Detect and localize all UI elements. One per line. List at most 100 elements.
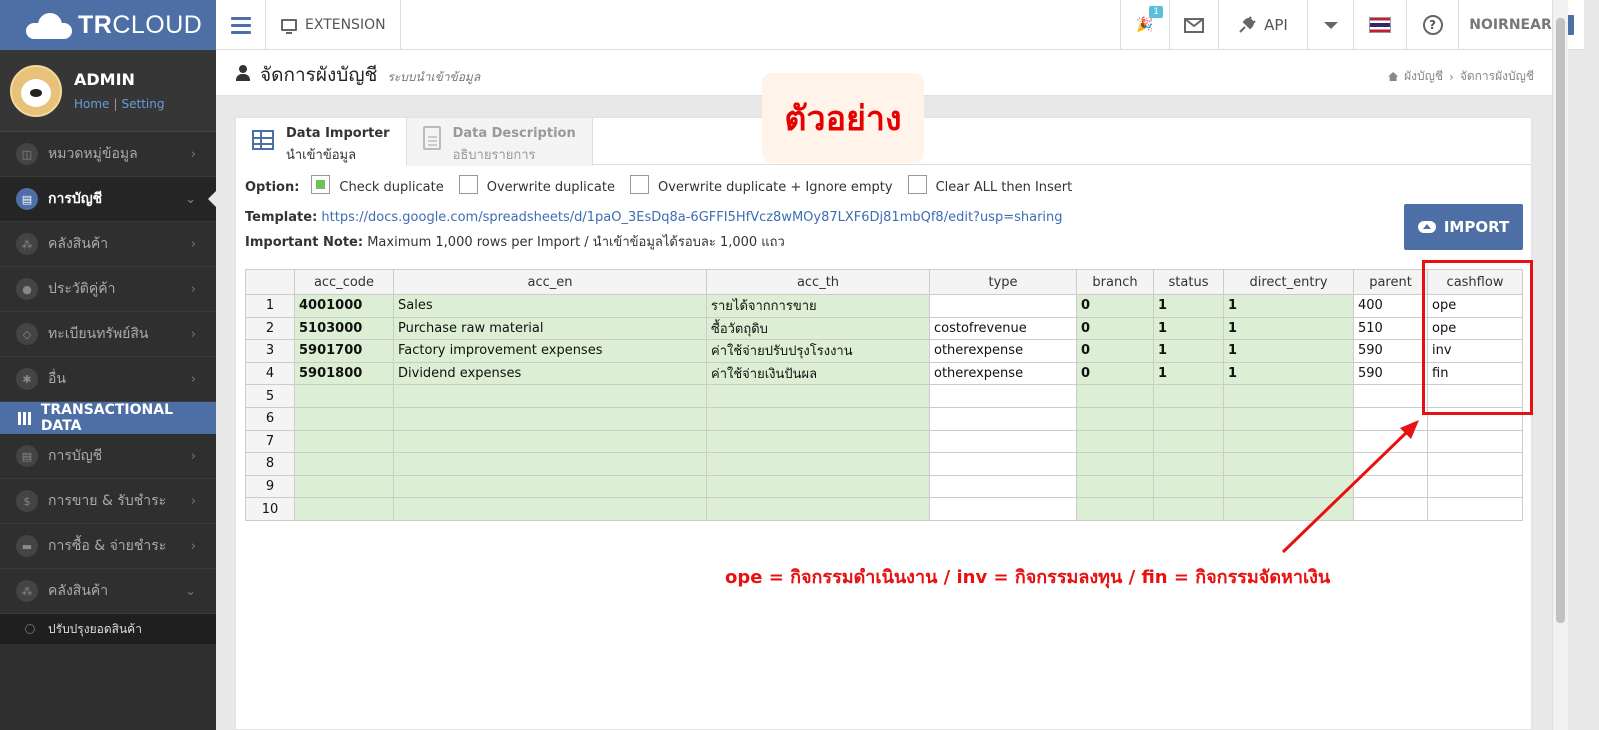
cell-cashflow[interactable]: [1427, 452, 1523, 476]
cell-acc-en[interactable]: [393, 384, 707, 408]
column-header-status[interactable]: status: [1153, 269, 1224, 295]
cell-acc-code[interactable]: [294, 452, 394, 476]
page-scrollbar[interactable]: [1552, 0, 1568, 730]
api-button[interactable]: API: [1218, 0, 1307, 50]
cell-direct-entry[interactable]: [1223, 452, 1354, 476]
cell-direct-entry[interactable]: [1223, 497, 1354, 521]
cell-branch[interactable]: [1076, 497, 1154, 521]
column-header-acc-code[interactable]: acc_code: [294, 269, 394, 295]
cell-type[interactable]: [929, 452, 1077, 476]
cell-parent[interactable]: [1353, 474, 1428, 499]
cell-branch[interactable]: 0: [1076, 339, 1154, 363]
menu-toggle-icon[interactable]: [216, 0, 266, 50]
cell-acc-en[interactable]: [393, 474, 707, 499]
row-number-header[interactable]: [245, 269, 295, 295]
cell-acc-en[interactable]: [393, 406, 707, 431]
sidebar-item-assets[interactable]: ◇ ทะเบียนทรัพย์สิน ›: [0, 312, 216, 357]
cell-direct-entry[interactable]: 1: [1223, 361, 1354, 386]
cell-acc-code[interactable]: [294, 429, 394, 454]
cell-type[interactable]: [929, 474, 1077, 499]
cell-branch[interactable]: 0: [1076, 294, 1154, 318]
cell-type[interactable]: [929, 384, 1077, 408]
extension-button[interactable]: EXTENSION: [266, 0, 401, 50]
submenu-stock-adjustment[interactable]: ปรับปรุงยอดสินค้า: [0, 614, 216, 644]
cell-direct-entry[interactable]: 1: [1223, 316, 1354, 341]
column-header-branch[interactable]: branch: [1076, 269, 1154, 295]
breadcrumb-chart-of-accounts[interactable]: ผังบัญชี: [1404, 67, 1443, 86]
cell-acc-th[interactable]: ซื้อวัตถุดิบ: [706, 316, 930, 341]
cell-status[interactable]: 1: [1153, 316, 1224, 341]
column-header-type[interactable]: type: [929, 269, 1077, 295]
template-link[interactable]: https://docs.google.com/spreadsheets/d/1…: [321, 210, 1062, 225]
language-button[interactable]: [1353, 0, 1406, 50]
cell-direct-entry[interactable]: [1223, 429, 1354, 454]
home-icon[interactable]: [1388, 72, 1399, 81]
cell-acc-code[interactable]: 5901700: [294, 339, 394, 363]
cell-acc-code[interactable]: [294, 406, 394, 431]
sidebar-item-sales[interactable]: $ การขาย & รับชำระ ›: [0, 479, 216, 524]
cell-acc-th[interactable]: [706, 452, 930, 476]
cell-acc-th[interactable]: [706, 429, 930, 454]
cell-acc-code[interactable]: 5901800: [294, 361, 394, 386]
cell-branch[interactable]: [1076, 452, 1154, 476]
column-header-acc-en[interactable]: acc_en: [393, 269, 707, 295]
overwrite-ignore-empty-checkbox[interactable]: [630, 175, 649, 194]
sidebar-item-accounting[interactable]: ▤ การบัญชี ⌄: [0, 177, 216, 222]
clear-all-insert-checkbox[interactable]: [907, 175, 927, 194]
cell-status[interactable]: 1: [1153, 294, 1224, 318]
sidebar-item-purchases[interactable]: ▬ การซื้อ & จ่ายชำระ ›: [0, 524, 216, 569]
cell-branch[interactable]: 0: [1076, 316, 1154, 341]
cell-type[interactable]: otherexpense: [929, 339, 1077, 363]
sidebar-item-contacts[interactable]: ● ประวัติคู่ค้า ›: [0, 267, 216, 312]
check-duplicate-checkbox[interactable]: [311, 175, 331, 194]
cell-acc-en[interactable]: Dividend expenses: [393, 361, 707, 386]
cell-type[interactable]: otherexpense: [929, 361, 1077, 386]
cell-status[interactable]: [1153, 429, 1224, 454]
cell-status[interactable]: [1153, 452, 1224, 476]
sidebar-item-trans-accounting[interactable]: ▤ การบัญชี ›: [0, 434, 216, 479]
cell-acc-th[interactable]: [706, 406, 930, 431]
cell-branch[interactable]: [1076, 384, 1154, 408]
cell-parent[interactable]: 400: [1353, 294, 1428, 318]
cell-status[interactable]: [1153, 497, 1224, 521]
cell-parent[interactable]: 590: [1353, 339, 1428, 363]
cell-branch[interactable]: [1076, 429, 1154, 454]
cell-acc-code[interactable]: [294, 384, 394, 408]
cell-type[interactable]: [929, 497, 1077, 521]
cell-parent[interactable]: 510: [1353, 316, 1428, 341]
cell-acc-th[interactable]: ค่าใช้จ่ายเงินปันผล: [706, 361, 930, 386]
app-logo[interactable]: TRCLOUD: [0, 0, 216, 50]
cell-parent[interactable]: [1353, 429, 1428, 454]
sidebar-item-data-category[interactable]: ◫ หมวดหมู่ข้อมูล ›: [0, 132, 216, 177]
overwrite-duplicate-checkbox[interactable]: [458, 175, 478, 194]
home-link[interactable]: Home: [74, 97, 109, 111]
cell-acc-th[interactable]: [706, 384, 930, 408]
cell-acc-code[interactable]: [294, 474, 394, 499]
cell-direct-entry[interactable]: [1223, 406, 1354, 431]
cell-parent[interactable]: [1353, 384, 1428, 408]
cell-branch[interactable]: [1076, 406, 1154, 431]
column-header-direct-entry[interactable]: direct_entry: [1223, 269, 1354, 295]
cell-acc-th[interactable]: [706, 497, 930, 521]
cell-acc-th[interactable]: ค่าใช้จ่ายปรับปรุงโรงงาน: [706, 339, 930, 363]
cell-parent[interactable]: [1353, 406, 1428, 431]
sidebar-item-other[interactable]: ✱ อื่น ›: [0, 357, 216, 402]
notification-button[interactable]: 🎉 1: [1120, 0, 1169, 50]
cell-status[interactable]: 1: [1153, 339, 1224, 363]
sidebar-item-trans-inventory[interactable]: ⁂ คลังสินค้า ⌄: [0, 569, 216, 614]
column-header-acc-th[interactable]: acc_th: [706, 269, 930, 295]
cell-acc-code[interactable]: [294, 497, 394, 521]
cell-acc-en[interactable]: [393, 429, 707, 454]
cell-branch[interactable]: 0: [1076, 361, 1154, 386]
cell-acc-th[interactable]: รายได้จากการขาย: [706, 294, 930, 318]
cell-acc-code[interactable]: 4001000: [294, 294, 394, 318]
cell-direct-entry[interactable]: 1: [1223, 294, 1354, 318]
cell-parent[interactable]: 590: [1353, 361, 1428, 386]
cell-branch[interactable]: [1076, 474, 1154, 499]
cell-direct-entry[interactable]: 1: [1223, 339, 1354, 363]
cell-cashflow[interactable]: [1427, 474, 1523, 499]
cell-acc-en[interactable]: Factory improvement expenses: [393, 339, 707, 363]
cell-parent[interactable]: [1353, 452, 1428, 476]
help-button[interactable]: ?: [1406, 0, 1458, 50]
cell-parent[interactable]: [1353, 497, 1428, 521]
